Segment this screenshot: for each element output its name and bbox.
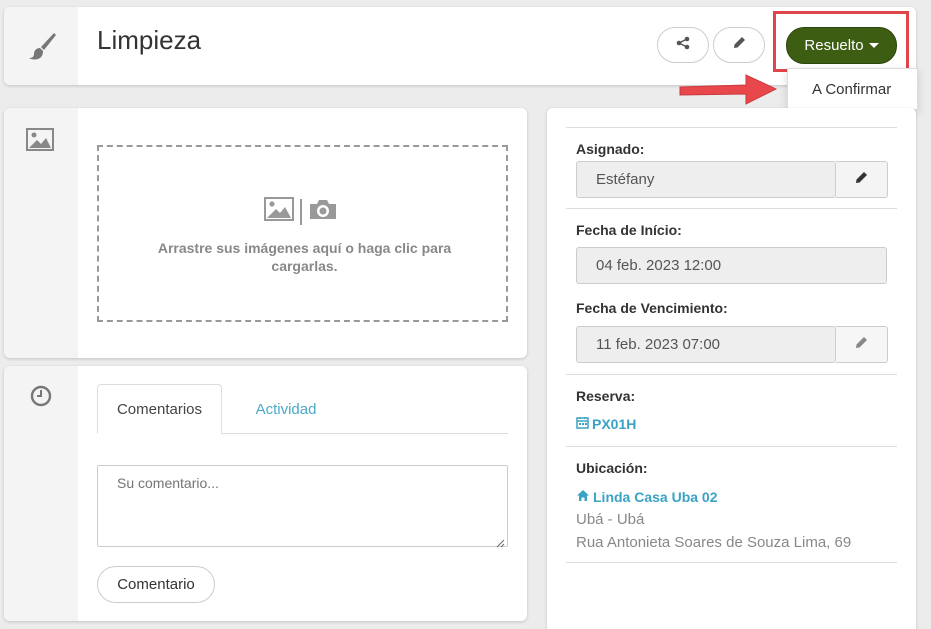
calendar-icon — [576, 416, 589, 432]
tab-actividad[interactable]: Actividad — [226, 384, 346, 434]
divider — [566, 127, 897, 128]
camera-icon — [308, 197, 338, 226]
edit-due-date-button[interactable] — [836, 326, 888, 363]
pencil-icon — [855, 336, 868, 354]
due-date-field: 11 feb. 2023 07:00 — [576, 326, 836, 363]
start-date-label: Fecha de Início: — [576, 222, 682, 238]
status-dropdown-menu: A Confirmar — [787, 68, 918, 110]
divider — [566, 562, 897, 563]
dropdown-item-a-confirmar[interactable]: A Confirmar — [788, 69, 917, 98]
assigned-field: Estéfany — [576, 161, 836, 198]
home-icon — [576, 489, 590, 505]
location-link[interactable]: Linda Casa Uba 02 — [576, 489, 718, 505]
task-details-card: Asignado: Estéfany Fecha de Início: 04 f… — [547, 108, 916, 629]
edit-task-button[interactable] — [713, 27, 765, 63]
paintbrush-icon — [28, 31, 56, 66]
page-title: Limpieza — [97, 25, 202, 55]
highlight-annotation — [773, 11, 909, 72]
picture-icon — [264, 197, 294, 226]
due-date-label: Fecha de Vencimiento: — [576, 300, 728, 316]
clock-icon — [30, 385, 52, 412]
resize-grip-icon[interactable] — [496, 535, 505, 548]
pencil-icon — [733, 36, 746, 54]
reservation-code: PX01H — [592, 416, 637, 432]
location-label: Ubicación: — [576, 460, 648, 476]
location-name: Linda Casa Uba 02 — [593, 489, 718, 505]
submit-comment-button[interactable]: Comentario — [97, 566, 215, 603]
reservation-link[interactable]: PX01H — [576, 416, 636, 432]
location-city: Ubá - Ubá — [576, 511, 645, 528]
picture-icon — [26, 128, 54, 156]
start-date-field: 04 feb. 2023 12:00 — [576, 247, 887, 284]
share-button[interactable] — [657, 27, 709, 63]
divider — [566, 208, 897, 209]
divider — [566, 374, 897, 375]
image-dropzone[interactable]: Arrastre sus imágenes aquí o haga clic p… — [97, 145, 508, 322]
reservation-label: Reserva: — [576, 388, 636, 404]
divider — [300, 198, 302, 225]
assigned-label: Asignado: — [576, 141, 645, 157]
edit-assigned-button[interactable] — [836, 161, 888, 198]
pencil-icon — [855, 171, 868, 189]
location-address: Rua Antonieta Soares de Souza Lima, 69 — [576, 534, 852, 551]
comment-input[interactable] — [97, 465, 508, 547]
tab-comentarios[interactable]: Comentarios — [97, 384, 222, 434]
comments-card: Comentarios Actividad Comentario — [4, 366, 527, 621]
share-icon — [676, 36, 690, 55]
dropzone-icons — [264, 197, 338, 226]
divider — [566, 446, 897, 447]
dropzone-text: Arrastre sus imágenes aquí o haga clic p… — [157, 240, 452, 274]
images-card: Arrastre sus imágenes aquí o haga clic p… — [4, 108, 527, 358]
